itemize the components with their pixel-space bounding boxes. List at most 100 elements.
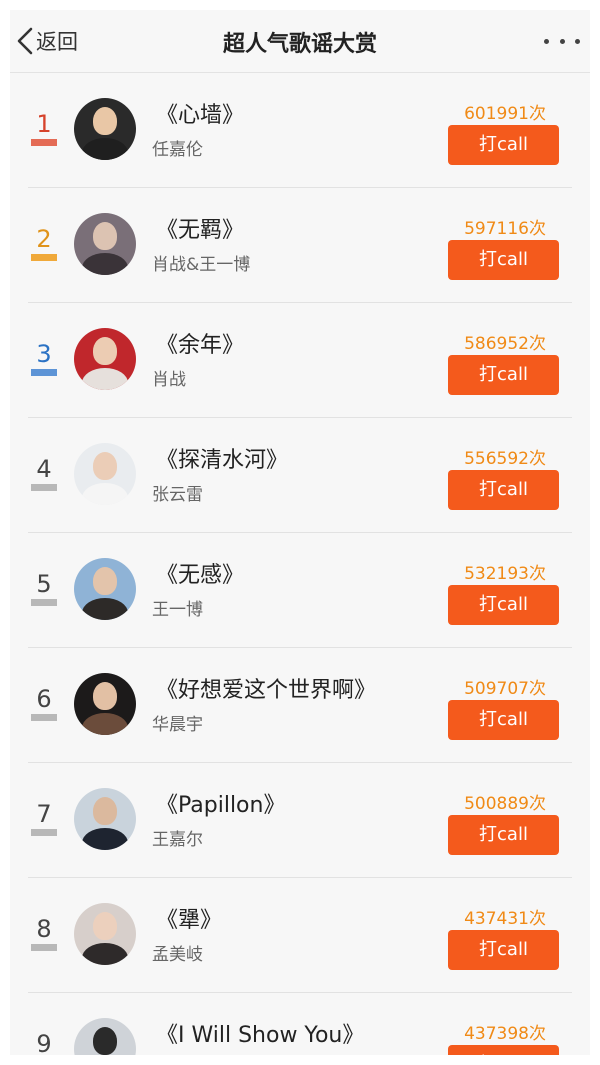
rank-badge: 1 <box>28 111 60 146</box>
call-button[interactable]: 打call <box>448 240 559 280</box>
call-button[interactable]: 打call <box>448 1045 559 1055</box>
chevron-left-icon <box>17 27 33 55</box>
avatar-body <box>82 713 128 735</box>
rank-bar <box>31 484 57 491</box>
rank-badge: 4 <box>28 456 60 491</box>
call-button[interactable]: 打call <box>448 815 559 855</box>
avatar-head <box>93 1027 117 1055</box>
rank-badge: 5 <box>28 571 60 606</box>
artist-avatar[interactable] <box>74 213 136 275</box>
song-title: 《好想爱这个世界啊》 <box>156 678 377 703</box>
app-screen: 返回 超人气歌谣大赏 1 《心墙》 任嘉伦 601991次 打call 2 《无… <box>10 10 590 1055</box>
artist-name: 肖战 <box>152 370 186 390</box>
rank-badge: 6 <box>28 686 60 721</box>
rank-bar <box>31 369 57 376</box>
avatar-head <box>93 567 117 595</box>
artist-avatar[interactable] <box>74 443 136 505</box>
song-title: 《犟》 <box>156 908 223 933</box>
song-title: 《心墙》 <box>156 103 245 128</box>
artist-name: 华晨宇 <box>152 715 203 735</box>
avatar-body <box>82 368 128 390</box>
avatar-head <box>93 107 117 135</box>
avatar-body <box>82 138 128 160</box>
back-label: 返回 <box>36 30 78 54</box>
artist-avatar[interactable] <box>74 788 136 850</box>
song-row: 5 《无感》 王一博 532193次 打call <box>10 533 590 648</box>
avatar-body <box>82 943 128 965</box>
vote-count: 509707次 <box>464 679 546 699</box>
avatar-body <box>82 828 128 850</box>
artist-name: 张云雷 <box>152 485 203 505</box>
call-button[interactable]: 打call <box>448 700 559 740</box>
song-row: 9 《I Will Show You》 437398次 打call <box>10 993 590 1055</box>
artist-name: 肖战&王一博 <box>152 255 251 275</box>
avatar-head <box>93 912 117 940</box>
song-title: 《I Will Show You》 <box>156 1023 365 1048</box>
rank-number: 3 <box>36 340 52 368</box>
rank-number: 8 <box>36 915 52 943</box>
song-row: 7 《Papillon》 王嘉尔 500889次 打call <box>10 763 590 878</box>
vote-count: 601991次 <box>464 104 546 124</box>
rank-bar <box>31 599 57 606</box>
song-row: 3 《余年》 肖战 586952次 打call <box>10 303 590 418</box>
rank-badge: 8 <box>28 916 60 951</box>
rank-bar <box>31 714 57 721</box>
song-row: 2 《无羁》 肖战&王一博 597116次 打call <box>10 188 590 303</box>
rank-bar <box>31 944 57 951</box>
avatar-head <box>93 452 117 480</box>
rank-badge: 2 <box>28 226 60 261</box>
avatar-head <box>93 797 117 825</box>
dot <box>575 38 580 44</box>
rank-bar <box>31 139 57 146</box>
rank-number: 1 <box>36 110 52 138</box>
song-row: 1 《心墙》 任嘉伦 601991次 打call <box>10 73 590 188</box>
page-title: 超人气歌谣大赏 <box>222 32 377 57</box>
artist-name: 王嘉尔 <box>152 830 203 850</box>
rank-number: 2 <box>36 225 52 253</box>
artist-avatar[interactable] <box>74 903 136 965</box>
song-ranking-list: 1 《心墙》 任嘉伦 601991次 打call 2 《无羁》 肖战&王一博 5… <box>10 73 590 1055</box>
artist-avatar[interactable] <box>74 98 136 160</box>
avatar-head <box>93 337 117 365</box>
rank-number: 5 <box>36 570 52 598</box>
artist-avatar[interactable] <box>74 673 136 735</box>
artist-avatar[interactable] <box>74 1018 136 1055</box>
avatar-body <box>82 598 128 620</box>
dot <box>544 38 549 44</box>
artist-name: 任嘉伦 <box>152 140 203 160</box>
song-row: 4 《探清水河》 张云雷 556592次 打call <box>10 418 590 533</box>
vote-count: 437431次 <box>464 909 546 929</box>
call-button[interactable]: 打call <box>448 930 559 970</box>
artist-name: 王一博 <box>152 600 203 620</box>
rank-bar <box>31 829 57 836</box>
call-button[interactable]: 打call <box>448 470 559 510</box>
song-title: 《余年》 <box>156 333 245 358</box>
artist-avatar[interactable] <box>74 558 136 620</box>
vote-count: 500889次 <box>464 794 546 814</box>
call-button[interactable]: 打call <box>448 585 559 625</box>
dot <box>559 38 565 44</box>
rank-badge: 9 <box>28 1031 60 1055</box>
song-title: 《无羁》 <box>156 218 245 243</box>
song-title: 《Papillon》 <box>156 793 286 818</box>
rank-number: 4 <box>36 455 52 483</box>
rank-number: 7 <box>36 800 52 828</box>
rank-badge: 3 <box>28 341 60 376</box>
rank-badge: 7 <box>28 801 60 836</box>
song-row: 8 《犟》 孟美岐 437431次 打call <box>10 878 590 993</box>
avatar-head <box>93 682 117 710</box>
more-dots-icon[interactable] <box>544 32 580 50</box>
song-title: 《无感》 <box>156 563 245 588</box>
call-button[interactable]: 打call <box>448 355 559 395</box>
avatar-body <box>82 253 128 275</box>
vote-count: 437398次 <box>464 1024 546 1044</box>
back-button[interactable]: 返回 <box>16 24 78 58</box>
rank-number: 9 <box>36 1030 52 1055</box>
song-row: 6 《好想爱这个世界啊》 华晨宇 509707次 打call <box>10 648 590 763</box>
rank-number: 6 <box>36 685 52 713</box>
top-navigation-bar: 返回 超人气歌谣大赏 <box>10 10 590 73</box>
artist-name: 孟美岐 <box>152 945 203 965</box>
vote-count: 556592次 <box>464 449 546 469</box>
artist-avatar[interactable] <box>74 328 136 390</box>
call-button[interactable]: 打call <box>448 125 559 165</box>
